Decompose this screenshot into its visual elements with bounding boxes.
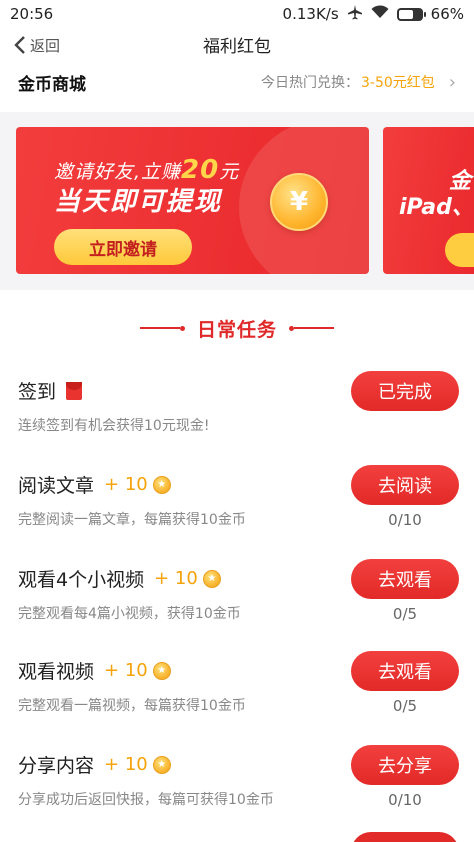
- task-reward: + 10 ★: [154, 568, 221, 589]
- next-banner[interactable]: 金 iPad、: [383, 127, 474, 274]
- task-description: 完整观看一篇视频，每篇获得10金币: [18, 698, 246, 714]
- nav-bar: 返回 福利红包: [0, 28, 474, 62]
- go-read-button[interactable]: 去阅读: [351, 465, 459, 505]
- task-item-watch-short-videos: 观看4个小视频 + 10 ★ 完整观看每4篇小视频，获得10金币 去观看 0/5: [0, 559, 474, 655]
- daily-tasks-title: 日常任务: [196, 318, 277, 341]
- chevron-right-icon: ›: [448, 71, 456, 93]
- task-reward: + 10 ★: [104, 474, 171, 495]
- coin-icon: ★: [152, 661, 171, 680]
- task-name: 分享内容 + 10 ★: [18, 751, 171, 778]
- daily-tasks-header: 日常任务: [0, 313, 474, 343]
- task-reward: + 10 ★: [104, 754, 171, 775]
- next-task-button-partial[interactable]: [351, 832, 459, 842]
- task-name-text: 观看4个小视频: [18, 569, 145, 591]
- task-name: 阅读文章 + 10 ★: [18, 471, 171, 498]
- task-description: 完整阅读一篇文章，每篇获得10金币: [18, 512, 246, 528]
- wifi-icon: [371, 5, 389, 23]
- coin-icon: ★: [152, 755, 171, 774]
- task-progress: 0/5: [392, 697, 418, 715]
- task-description: 完整观看每4篇小视频，获得10金币: [18, 606, 241, 622]
- red-envelope-icon: [66, 381, 83, 400]
- hot-exchange-link[interactable]: 今日热门兑换： 3-50元红包 ›: [261, 72, 456, 93]
- task-progress: 0/5: [392, 605, 418, 623]
- go-share-button[interactable]: 去分享: [351, 745, 459, 785]
- task-description: 连续签到有机会获得10元现金!: [18, 418, 210, 434]
- task-item-read-article: 阅读文章 + 10 ★ 完整阅读一篇文章，每篇获得10金币 去阅读 0/10: [0, 465, 474, 561]
- task-progress: 0/10: [388, 511, 422, 529]
- status-time: 20:56: [10, 5, 54, 23]
- task-name: 观看4个小视频 + 10 ★: [18, 565, 221, 592]
- invite-headline-text: 邀请好友,立赚: [54, 161, 182, 183]
- reward-amount: + 10: [154, 568, 198, 589]
- task-name: 观看视频 + 10 ★: [18, 657, 171, 684]
- task-name-text: 分享内容: [18, 755, 95, 777]
- invite-banner[interactable]: 邀请好友,立赚20元 当天即可提现 立即邀请 ¥: [16, 127, 369, 274]
- invite-now-button[interactable]: 立即邀请: [54, 229, 192, 265]
- invite-reward-unit: 元: [219, 161, 240, 183]
- next-banner-button[interactable]: [445, 233, 474, 267]
- reward-amount: + 10: [104, 660, 148, 681]
- battery-percent: 66%: [430, 5, 464, 23]
- network-speed: 0.13K/s: [282, 5, 339, 23]
- task-progress: 0/10: [388, 791, 422, 809]
- go-watch-video-button[interactable]: 去观看: [351, 651, 459, 691]
- title-divider-left: [139, 325, 185, 331]
- task-name-text: 观看视频: [18, 661, 95, 683]
- task-item-signin: 签到 连续签到有机会获得10元现金! 已完成: [0, 371, 474, 467]
- page-title: 福利红包: [203, 37, 271, 57]
- task-name: 签到: [18, 377, 83, 404]
- banner-carousel: 邀请好友,立赚20元 当天即可提现 立即邀请 ¥ 金 iPad、: [0, 112, 474, 290]
- task-item-share: 分享内容 + 10 ★ 分享成功后返回快报，每篇可获得10金币 去分享 0/10: [0, 745, 474, 841]
- coin-icon: ★: [152, 475, 171, 494]
- status-bar: 20:56 0.13K/s 66%: [0, 0, 474, 28]
- task-description: 分享成功后返回快报，每篇可获得10金币: [18, 792, 274, 808]
- invite-banner-subline: 当天即可提现: [54, 187, 223, 217]
- status-indicators: 0.13K/s 66%: [283, 4, 464, 24]
- signin-completed-button[interactable]: 已完成: [351, 371, 459, 411]
- coin-icon: ★: [202, 569, 221, 588]
- reward-amount: + 10: [104, 474, 148, 495]
- coin-mall-title: 金币商城: [18, 74, 86, 95]
- next-banner-subline: iPad、: [399, 195, 474, 220]
- reward-amount: + 10: [104, 754, 148, 775]
- task-name-text: 签到: [18, 381, 57, 403]
- coin-mall-header: 金币商城 今日热门兑换： 3-50元红包 ›: [0, 62, 474, 102]
- yuan-coin-icon: ¥: [270, 173, 328, 231]
- airplane-icon: [347, 4, 363, 24]
- task-reward: + 10 ★: [104, 660, 171, 681]
- task-item-watch-video: 观看视频 + 10 ★ 完整观看一篇视频，每篇获得10金币 去观看 0/5: [0, 651, 474, 747]
- hot-exchange-label: 今日热门兑换：: [261, 75, 360, 91]
- hot-exchange-value: 3-50元红包: [361, 75, 435, 91]
- title-divider-right: [289, 325, 334, 331]
- task-name-text: 阅读文章: [18, 475, 95, 497]
- go-watch-short-videos-button[interactable]: 去观看: [351, 559, 459, 599]
- battery-icon: [396, 7, 426, 21]
